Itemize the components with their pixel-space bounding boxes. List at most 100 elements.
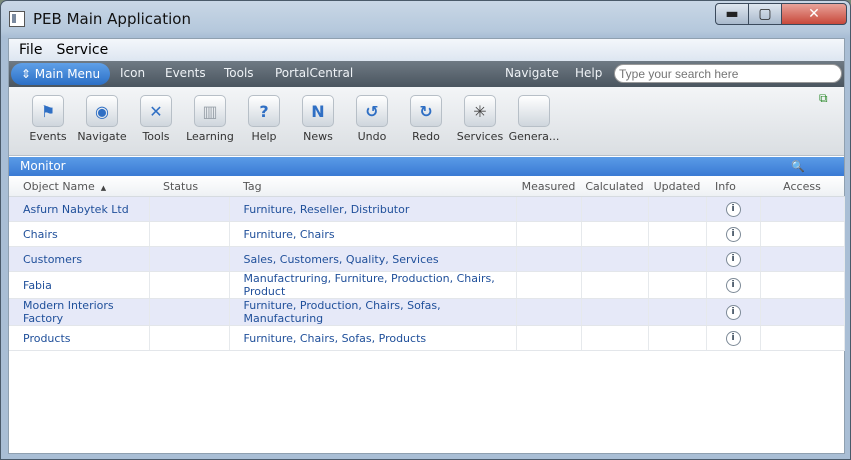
toolbar-tools-button[interactable]: ✕ Tools (129, 95, 183, 143)
main-menu-button[interactable]: ⇕ Main Menu (11, 63, 110, 85)
table-row[interactable]: Fabia Manufactruring, Furniture, Producti… (9, 271, 845, 299)
cell-updated (648, 196, 707, 222)
cell-tag: Furniture, Reseller, Distributor (229, 196, 517, 222)
col-object-name[interactable]: Object Name ▲ (9, 176, 149, 197)
cell-tag: Furniture, Chairs (229, 221, 517, 247)
toolbar-learning-button[interactable]: ▥ Learning (183, 95, 237, 143)
cell-info: i (706, 221, 761, 247)
info-icon[interactable]: i (725, 278, 741, 293)
nav-tools[interactable]: Tools (224, 66, 254, 80)
cell-object-name: Asfurn Nabytek Ltd (9, 196, 150, 222)
cell-updated (648, 221, 707, 247)
cell-measured (516, 271, 582, 299)
toolbar-events-button[interactable]: ⚑ Events (21, 95, 75, 143)
col-measured[interactable]: Measured (516, 176, 581, 197)
cell-access (760, 325, 845, 351)
client-area: File Service ⇕ Main Menu Icon Events Too… (8, 38, 845, 454)
table-row[interactable]: Customers Sales, Customers, Quality, Serv… (9, 246, 845, 272)
cell-info: i (706, 298, 761, 326)
nav-bar: ⇕ Main Menu Icon Events Tools PortalCent… (9, 61, 844, 87)
menu-service[interactable]: Service (56, 42, 108, 58)
nav-events[interactable]: Events (165, 66, 206, 80)
menu-file[interactable]: File (19, 42, 42, 58)
zoom-icon[interactable]: 🔍 (791, 157, 805, 176)
cell-status (149, 246, 230, 272)
cell-measured (516, 325, 582, 351)
toolbar-label: Genera... (508, 130, 560, 143)
toolbar-redo-button[interactable]: ↻ Redo (399, 95, 453, 143)
nav-icon[interactable]: Icon (120, 66, 145, 80)
toolbar-help-button[interactable]: ? Help (237, 95, 291, 143)
col-info[interactable]: Info (706, 176, 760, 197)
cell-calculated (581, 196, 649, 222)
toolbar-undo-button[interactable]: ↺ Undo (345, 95, 399, 143)
tools-icon: ✕ (140, 95, 172, 127)
search-input[interactable] (614, 64, 842, 83)
redo-icon: ↻ (410, 95, 442, 127)
close-button[interactable]: ✕ (781, 3, 847, 25)
title-bar[interactable]: PEB Main Application ▬ ▢ ✕ (1, 1, 850, 37)
cell-access (760, 246, 845, 272)
cell-object-name: Fabia (9, 271, 150, 299)
table-row[interactable]: Asfurn Nabytek Ltd Furniture, Reseller, D… (9, 196, 845, 222)
col-tag[interactable]: Tag (229, 176, 516, 197)
cell-measured (516, 221, 582, 247)
cell-access (760, 298, 845, 326)
cell-object-name: Chairs (9, 221, 150, 247)
window-title: PEB Main Application (33, 10, 191, 28)
cell-info: i (706, 325, 761, 351)
cell-measured (516, 298, 582, 326)
cell-access (760, 196, 845, 222)
minimize-button[interactable]: ▬ (715, 3, 749, 25)
toolbar-services-button[interactable]: ✳ Services (453, 95, 507, 143)
cell-calculated (581, 271, 649, 299)
toolbar-label: Undo (357, 130, 387, 143)
cell-measured (516, 196, 582, 222)
undo-icon: ↺ (356, 95, 388, 127)
cell-tag: Sales, Customers, Quality, Services (229, 246, 517, 272)
news-icon: N (302, 95, 334, 127)
book-icon: ▥ (194, 95, 226, 127)
maximize-button[interactable]: ▢ (748, 3, 782, 25)
col-updated[interactable]: Updated (648, 176, 706, 197)
info-icon[interactable]: i (725, 202, 741, 217)
toolbar-label: Tools (142, 130, 170, 143)
table-row[interactable]: Products Furniture, Chairs, Sofas, Produc… (9, 325, 845, 351)
cell-calculated (581, 246, 649, 272)
table-row[interactable]: Chairs Furniture, Chairs i (9, 221, 845, 247)
info-icon[interactable]: i (725, 227, 741, 242)
nav-help[interactable]: Help (575, 66, 602, 80)
network-status-icon[interactable]: ⧉ (819, 91, 828, 106)
toolbar-genera-button[interactable]: Genera... (507, 95, 561, 143)
toolbar-navigate-button[interactable]: ◉ Navigate (75, 95, 129, 143)
compass-icon: ◉ (86, 95, 118, 127)
cell-status (149, 196, 230, 222)
table-header-row: Object Name ▲ Status Tag Measured Calcula… (9, 176, 844, 197)
cell-tag: Manufactruring, Furniture, Production, C… (229, 271, 517, 299)
toolbar-label: Events (29, 130, 67, 143)
nav-navigate[interactable]: Navigate (505, 66, 559, 80)
col-status[interactable]: Status (149, 176, 229, 197)
monitor-header: Monitor 🔍 (9, 157, 844, 176)
objects-table: Object Name ▲ Status Tag Measured Calcula… (9, 176, 845, 351)
col-calculated[interactable]: Calculated (581, 176, 648, 197)
sort-ascending-icon: ▲ (100, 183, 107, 192)
cell-access (760, 221, 845, 247)
toolbar-label: Help (251, 130, 277, 143)
cell-tag: Furniture, Chairs, Sofas, Products (229, 325, 517, 351)
toolbar: ⚑ Events ◉ Navigate ✕ Tools ▥ Learning? Help N New… (9, 87, 844, 156)
col-access[interactable]: Access (760, 176, 844, 197)
info-icon[interactable]: i (725, 305, 741, 320)
cell-tag: Furniture, Production, Chairs, Sofas, Ma… (229, 298, 517, 326)
cell-status (149, 298, 230, 326)
cell-status (149, 271, 230, 299)
toolbar-news-button[interactable]: N News (291, 95, 345, 143)
services-icon: ✳ (464, 95, 496, 127)
menu-bar: File Service (9, 39, 844, 61)
info-icon[interactable]: i (725, 331, 741, 346)
main-window: PEB Main Application ▬ ▢ ✕ File Service … (0, 0, 851, 460)
table-row[interactable]: Modern Interiors Factory Furniture, Produ… (9, 298, 845, 326)
cell-object-name: Products (9, 325, 150, 351)
info-icon[interactable]: i (725, 252, 741, 267)
nav-portalcentral[interactable]: PortalCentral (275, 66, 353, 80)
